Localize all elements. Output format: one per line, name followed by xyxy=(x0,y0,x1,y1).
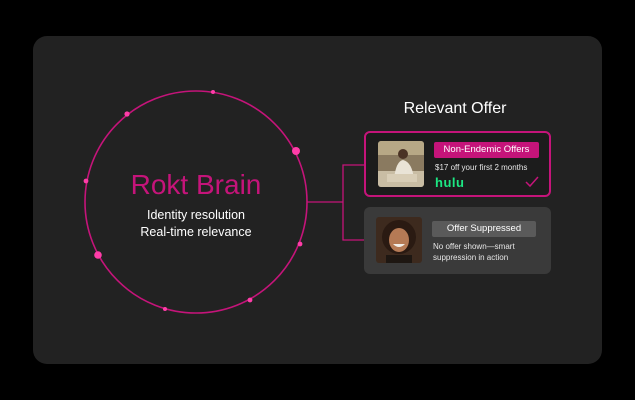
ring-node xyxy=(211,90,215,94)
brain-title: Rokt Brain xyxy=(130,169,262,200)
offer-heading: Relevant Offer xyxy=(403,100,507,117)
brand-logo-hulu: hulu xyxy=(435,175,465,190)
ring-node xyxy=(124,111,130,117)
offer-deal-text: $17 off your first 2 months xyxy=(435,163,528,172)
ring-node xyxy=(292,147,300,155)
offer-photo xyxy=(378,141,424,187)
connector-line xyxy=(307,164,364,241)
user-photo xyxy=(376,217,422,263)
ring-node xyxy=(163,307,167,311)
brain-feature-identity: Identity resolution xyxy=(147,208,245,222)
suppression-description: No offer shown—smart suppression in acti… xyxy=(433,242,515,262)
offer-suppressed-tag: Offer Suppressed xyxy=(432,221,536,237)
brain-feature-relevance: Real-time relevance xyxy=(140,225,252,239)
offer-card-hulu[interactable]: Non-Endemic Offers $17 off your first 2 … xyxy=(364,131,551,197)
ring-node xyxy=(83,178,89,184)
ring-node xyxy=(247,297,253,303)
ring-node xyxy=(94,251,102,259)
brain-ring xyxy=(84,90,308,314)
offer-category-tag: Non-Endemic Offers xyxy=(434,142,539,158)
checkmark-icon xyxy=(525,176,539,188)
offer-card-suppressed[interactable]: Offer Suppressed No offer shown—smart su… xyxy=(364,207,551,274)
ring-node xyxy=(297,241,303,247)
